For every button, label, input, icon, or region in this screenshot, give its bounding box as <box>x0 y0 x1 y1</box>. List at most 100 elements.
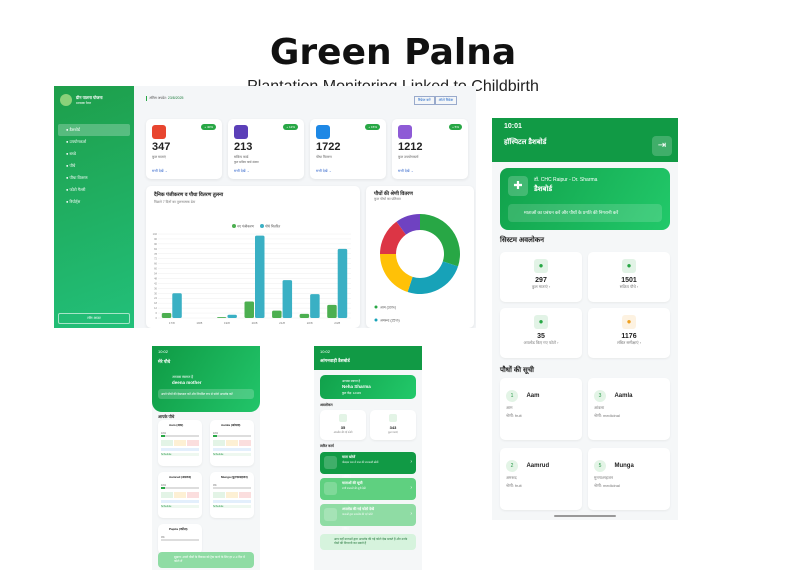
bar[interactable] <box>227 314 237 318</box>
user-name: Neha Sharma <box>342 384 371 389</box>
info-banner: आप यहाँ माताओं द्वारा अपलोड की गई फोटो द… <box>320 534 416 550</box>
bar[interactable] <box>310 294 320 318</box>
plant-card[interactable]: 5 Munga मुनगा/सहजन श्रेणी: medicinal <box>588 448 670 510</box>
bar[interactable] <box>161 313 172 318</box>
plant-card[interactable]: Munga (मुनगा/सहजन) 0% Schedule <box>210 472 254 518</box>
y-tick-label: 78 <box>154 252 157 256</box>
plant-card[interactable]: 2 Aamrud अमरूद श्रेणी: fruit <box>500 448 582 510</box>
stat-card: + 15% 1722 पौधा वितरण सभी देखें → <box>310 119 386 179</box>
bar[interactable] <box>255 235 265 318</box>
sidebar-item-label: रिपोर्ट्स <box>69 199 81 204</box>
overview-value: 1501 <box>621 277 637 284</box>
action-desc: सभी माताओं की सूची देखें <box>342 487 366 490</box>
y-tick-label: 42 <box>154 281 157 285</box>
legend-label: आम (30%) <box>380 306 396 310</box>
view-all-link[interactable]: सभी देखें → <box>316 169 332 174</box>
overview-label: सक्रिय पौधे › <box>619 284 639 289</box>
sidebar-item[interactable]: ● उपयोगकर्ता <box>58 136 130 148</box>
sidebar-item-label: डैशबोर्ड <box>69 127 80 132</box>
x-tick-label: 18/8 <box>196 321 202 325</box>
overview-card[interactable]: ● 1176 लंबित समीक्षाएं › <box>588 308 670 358</box>
bar[interactable] <box>282 280 293 318</box>
schedule-button[interactable]: Schedule <box>161 452 199 456</box>
bar[interactable] <box>337 248 348 318</box>
stat-value: 347 <box>152 141 171 153</box>
sidebar-item[interactable]: ● पौधे <box>58 160 130 172</box>
plant-number: 3 <box>594 390 606 402</box>
bar[interactable] <box>272 310 282 318</box>
plant-card[interactable]: 1 Aam आम श्रेणी: fruit <box>500 378 582 440</box>
x-tick-label: 20/8 <box>252 321 258 325</box>
overview-card[interactable]: ● 35 अपलोड किए गए फोटो › <box>500 308 582 358</box>
donut-slice[interactable] <box>380 254 413 293</box>
plant-hindi-name: मुनगा/सहजन <box>594 475 614 480</box>
sidebar-item[interactable]: ● फोटो गैलरी <box>58 184 130 196</box>
schedule-button[interactable]: Schedule <box>213 452 251 456</box>
view-all-link[interactable]: सभी देखें → <box>234 169 250 174</box>
sidebar-item[interactable]: ● पौधा वितरण <box>58 172 130 184</box>
plant-number: 2 <box>506 460 518 472</box>
hospital-name: डॉ. CHC Raipur - Dr. Sharma <box>534 177 598 183</box>
plant-card[interactable]: Aam (आम) 10% Schedule <box>158 420 202 466</box>
stat-badge: + 12% <box>283 124 298 130</box>
refresh-button[interactable]: रिफ्रेश करें <box>414 96 435 105</box>
overview-card[interactable]: ● 1501 सक्रिय पौधे › <box>588 252 670 302</box>
legend-marker <box>374 305 378 309</box>
overview-label: अपलोड की गई फोटो <box>333 431 353 434</box>
hospital-icon: ✚ <box>508 176 528 196</box>
donut-slice[interactable] <box>420 214 460 267</box>
sidebar-item[interactable]: ● रिपोर्ट्स <box>58 196 130 208</box>
overview-card[interactable]: 343 कुल माताएं <box>370 410 416 440</box>
sidebar-item-label: फोटो गैलरी <box>69 187 86 192</box>
auto-refresh-button[interactable]: ऑटो रिफ्रेश <box>434 96 458 105</box>
schedule-button[interactable]: Schedule <box>161 504 199 508</box>
legend-label: पौधे वितरित <box>265 224 281 229</box>
plant-card[interactable]: Aamrud (अमरूद) 10% Schedule <box>158 472 202 518</box>
sidebar-item[interactable]: ● बच्चे <box>58 148 130 160</box>
plant-card[interactable]: 3 Aamla आंवला श्रेणी: medicinal <box>588 378 670 440</box>
action-card[interactable]: अपलोड की गई फोटो देखें माताओं द्वारा अपलो… <box>320 504 416 530</box>
bar[interactable] <box>244 301 255 318</box>
schedule-button[interactable]: Schedule <box>213 504 251 508</box>
bar-chart-card: दैनिक पंजीकरण व पौधा वितरण तुलना पिछले 7… <box>146 186 360 328</box>
progress-bar <box>161 487 199 489</box>
logout-button[interactable]: लॉग आउट <box>58 313 130 324</box>
progress-bar <box>213 487 251 489</box>
plant-hindi-name: अमरूद <box>506 475 517 480</box>
bar-chart: नए पंजीकरण पौधे वितरित0612182430364248546… <box>153 224 351 325</box>
plant-number: 1 <box>506 390 518 402</box>
progress-bar <box>213 435 251 437</box>
view-all-link[interactable]: सभी देखें → <box>398 169 414 174</box>
sidebar: ग्रीन पालना योजना प्रशासक पैनल ● डैशबोर्ड… <box>54 86 134 328</box>
stat-label: कुल माताएं <box>152 155 166 159</box>
stat-value: 1212 <box>398 141 423 153</box>
overview-icon <box>389 414 397 422</box>
logo-icon <box>60 94 72 106</box>
status-time: 10:01 <box>504 123 522 130</box>
sidebar-item-icon: ● <box>66 163 69 168</box>
overview-card[interactable]: 35 अपलोड की गई फोटो <box>320 410 366 440</box>
donut-slice[interactable] <box>407 261 459 294</box>
user-name: deena mother <box>172 380 202 385</box>
y-tick-label: 54 <box>154 272 157 276</box>
plant-card[interactable]: Aamla (आंवला) 10% Schedule <box>210 420 254 466</box>
overview-label: लंबित समीक्षाएं › <box>616 340 642 345</box>
plant-card[interactable]: Papita (पपीता) 0% <box>158 524 202 554</box>
view-all-link[interactable]: सभी देखें → <box>152 169 168 174</box>
overview-title: सिस्टम अवलोकन <box>500 237 544 244</box>
logout-icon[interactable]: ⇥ <box>652 136 672 156</box>
bar[interactable] <box>299 313 310 318</box>
stat-sub: कुल सक्रिय कार्ड संख्या <box>234 160 259 164</box>
bar[interactable] <box>216 317 227 318</box>
action-card[interactable]: माताओं की सूची सभी माताओं की सूची देखें 34… <box>320 478 416 504</box>
chevron-right-icon: › <box>410 459 412 465</box>
action-card[interactable]: माता खोजें मोबाइल नंबर से माता की जानकारी… <box>320 452 416 478</box>
sidebar-item-label: पौधे <box>69 163 76 168</box>
mother-note: अपने पौधों की देखभाल करें और नियमित रूप … <box>158 389 254 399</box>
overview-card[interactable]: ● 297 कुल माताएं › <box>500 252 582 302</box>
bar[interactable] <box>327 304 337 318</box>
overview-icon: ● <box>534 259 548 273</box>
sidebar-item[interactable]: ● डैशबोर्ड <box>58 124 130 136</box>
stat-card: + 12% 213 सक्रिय कार्ड कुल सक्रिय कार्ड … <box>228 119 304 179</box>
bar[interactable] <box>172 293 182 318</box>
